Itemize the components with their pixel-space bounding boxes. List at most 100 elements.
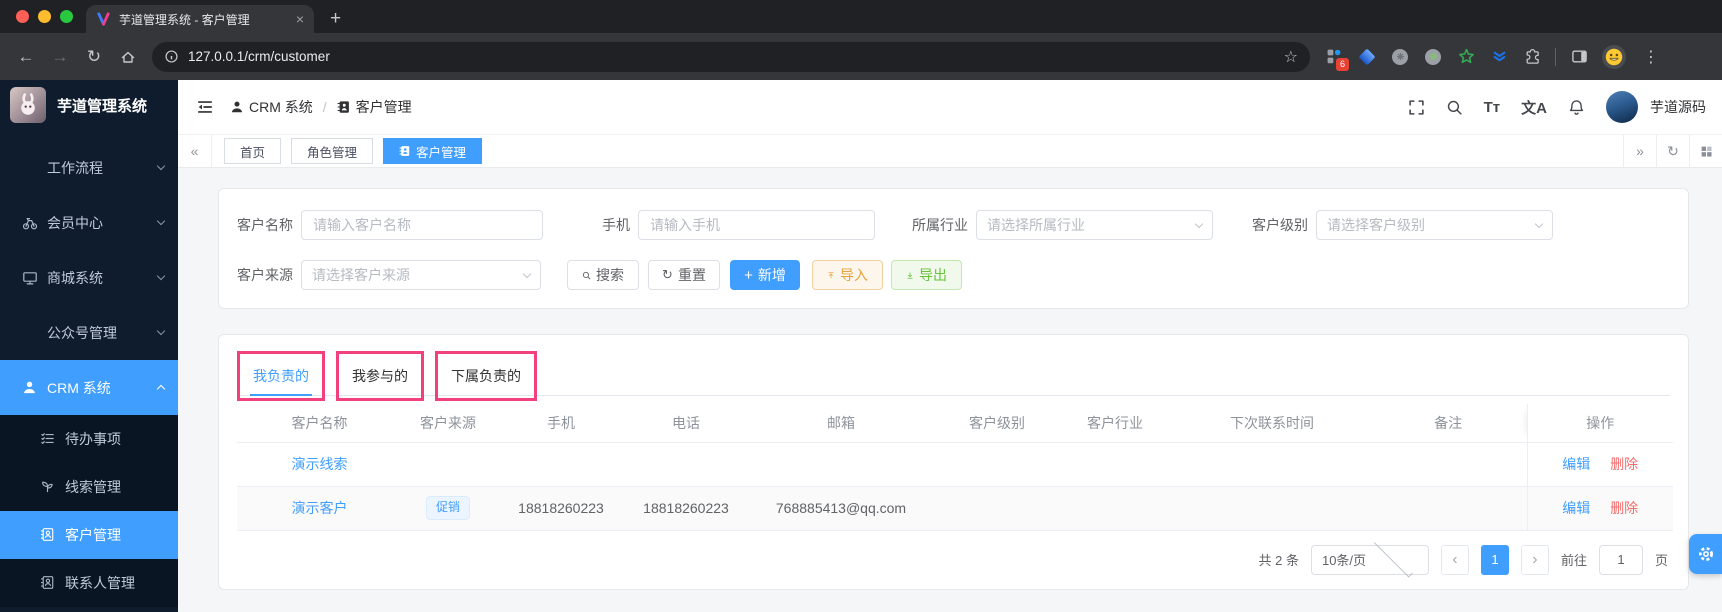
- app-logo[interactable]: 芋道管理系统: [0, 80, 178, 130]
- reset-button[interactable]: ↻ 重置: [648, 260, 720, 290]
- customer-name-input[interactable]: [301, 210, 543, 240]
- monitor-icon: [22, 270, 38, 286]
- delete-link[interactable]: 删除: [1610, 456, 1638, 472]
- edit-link[interactable]: 编辑: [1562, 500, 1590, 516]
- new-tab-button[interactable]: +: [330, 6, 341, 32]
- tag-customer[interactable]: 客户管理: [383, 138, 483, 164]
- favicon: [96, 11, 111, 27]
- wechat-icon: [22, 325, 38, 341]
- fullscreen-icon[interactable]: [1408, 99, 1425, 116]
- extensions-puzzle-icon[interactable]: [1522, 47, 1542, 67]
- sidebar-item-clue[interactable]: 线索管理: [0, 463, 178, 511]
- user-icon: [22, 380, 38, 396]
- extension-record-icon[interactable]: [1423, 47, 1443, 67]
- window-close-button[interactable]: [16, 10, 29, 23]
- breadcrumb-separator: /: [322, 99, 327, 115]
- search-button[interactable]: 搜索: [567, 260, 639, 290]
- sidebar-item-mall[interactable]: 商城系统: [0, 250, 178, 305]
- address-bar[interactable]: 127.0.0.1/crm/customer ☆: [152, 41, 1310, 72]
- table-row[interactable]: 演示线索 编辑 删除: [237, 442, 1673, 487]
- tags-scroll-left-icon[interactable]: «: [178, 135, 212, 167]
- sidebar-collapse-icon[interactable]: [196, 98, 214, 116]
- font-size-icon[interactable]: Tт: [1484, 99, 1501, 116]
- crm-submenu: 待办事项 线索管理 客户管理 联系人管理: [0, 415, 178, 607]
- sidebar-item-wechat[interactable]: 公众号管理: [0, 305, 178, 360]
- next-page-button[interactable]: ›: [1520, 544, 1549, 575]
- window-zoom-button[interactable]: [60, 10, 73, 23]
- annotation-box: 下属负责的: [435, 351, 537, 401]
- sidebar-item-crm[interactable]: CRM 系统: [0, 360, 178, 415]
- browser-titlebar: 芋道管理系统 - 客户管理 × +: [0, 0, 1722, 33]
- mobile-label: 手机: [602, 217, 630, 233]
- annotation-box: 我参与的: [336, 351, 424, 401]
- profile-avatar[interactable]: [1602, 44, 1626, 69]
- breadcrumb-crm[interactable]: CRM 系统: [230, 97, 313, 117]
- sidebar-menu: 工作流程 会员中心 商城系统 公众号管理 CRM 系统 待办事项 线索管理 客户…: [0, 130, 178, 612]
- user-icon: [231, 101, 243, 113]
- extension-gray-icon[interactable]: [1390, 47, 1410, 67]
- tab-subordinate[interactable]: 下属负责的: [448, 368, 524, 396]
- sidebar-item-contact[interactable]: 联系人管理: [0, 559, 178, 607]
- user-avatar[interactable]: [1606, 91, 1638, 123]
- url-text[interactable]: 127.0.0.1/crm/customer: [188, 49, 1275, 64]
- settings-gear-button[interactable]: [1689, 534, 1722, 574]
- sidebar-item-workflow[interactable]: 工作流程: [0, 140, 178, 195]
- extension-star-icon[interactable]: [1456, 47, 1476, 67]
- tag-role[interactable]: 角色管理: [291, 138, 374, 164]
- bookmark-star-icon[interactable]: ☆: [1284, 47, 1298, 67]
- reload-icon[interactable]: ↻: [80, 43, 108, 71]
- browser-menu-icon[interactable]: ⋮: [1639, 47, 1663, 67]
- level-select[interactable]: 请选择客户级别: [1316, 210, 1553, 240]
- sidebar-item-member[interactable]: 会员中心: [0, 195, 178, 250]
- tags-refresh-icon[interactable]: ↻: [1656, 135, 1689, 167]
- table-row[interactable]: 演示客户 促销 18818260223 18818260223 76888541…: [237, 486, 1673, 531]
- tags-view-bar: « 首页 角色管理 客户管理 » ↻: [178, 135, 1722, 168]
- annotation-box: 我负责的: [237, 351, 325, 401]
- add-button[interactable]: + 新增: [730, 260, 800, 290]
- search-icon[interactable]: [1446, 99, 1463, 116]
- window-minimize-button[interactable]: [38, 10, 51, 23]
- language-icon[interactable]: 文A: [1521, 97, 1547, 118]
- sidebar-item-customer[interactable]: 客户管理: [0, 511, 178, 559]
- tab-close-icon[interactable]: ×: [296, 12, 304, 26]
- username[interactable]: 芋道源码: [1650, 97, 1706, 117]
- browser-tab[interactable]: 芋道管理系统 - 客户管理 ×: [86, 5, 314, 33]
- prev-page-button[interactable]: ‹: [1440, 544, 1469, 575]
- current-page-button[interactable]: 1: [1480, 544, 1509, 575]
- mobile-input[interactable]: [638, 210, 875, 240]
- chevron-up-icon: [156, 384, 166, 394]
- tags-scroll-right-icon[interactable]: »: [1623, 135, 1656, 167]
- customer-name-link[interactable]: 演示线索: [292, 456, 348, 472]
- tab-my-responsible[interactable]: 我负责的: [250, 368, 312, 396]
- industry-select[interactable]: 请选择所属行业: [976, 210, 1213, 240]
- forward-icon[interactable]: →: [46, 43, 74, 71]
- site-info-icon[interactable]: [164, 49, 179, 64]
- home-icon[interactable]: [114, 43, 142, 71]
- tags-layout-icon[interactable]: [1689, 135, 1722, 167]
- customer-name-link[interactable]: 演示客户: [292, 500, 348, 516]
- back-icon[interactable]: ←: [12, 43, 40, 71]
- plus-icon: +: [744, 266, 753, 284]
- extension-chevrons-icon[interactable]: [1489, 47, 1509, 67]
- page-size-select[interactable]: 10条/页: [1310, 538, 1429, 578]
- edit-link[interactable]: 编辑: [1562, 456, 1590, 472]
- chevron-down-icon: [522, 269, 532, 278]
- tag-home[interactable]: 首页: [224, 138, 282, 164]
- bell-icon[interactable]: [1568, 99, 1585, 116]
- sidebar-item-todo[interactable]: 待办事项: [0, 415, 178, 463]
- gear-icon: [1698, 547, 1713, 561]
- source-select[interactable]: 请选择客户来源: [301, 260, 541, 290]
- import-button[interactable]: 导入: [812, 260, 883, 290]
- seedling-icon: [40, 479, 56, 495]
- delete-link[interactable]: 删除: [1610, 500, 1638, 516]
- tab-my-participated[interactable]: 我参与的: [349, 368, 411, 396]
- extension-tampermonkey-icon[interactable]: 6: [1324, 47, 1349, 71]
- goto-page-input[interactable]: [1598, 544, 1643, 575]
- extension-diamond-icon[interactable]: [1357, 47, 1377, 67]
- chevron-down-icon: [156, 161, 166, 171]
- workflow-icon: [22, 160, 38, 176]
- customer-name-label: 客户名称: [237, 217, 293, 233]
- export-button[interactable]: 导出: [891, 260, 962, 290]
- breadcrumb-customer[interactable]: 客户管理: [337, 97, 412, 117]
- side-panel-icon[interactable]: [1569, 47, 1589, 67]
